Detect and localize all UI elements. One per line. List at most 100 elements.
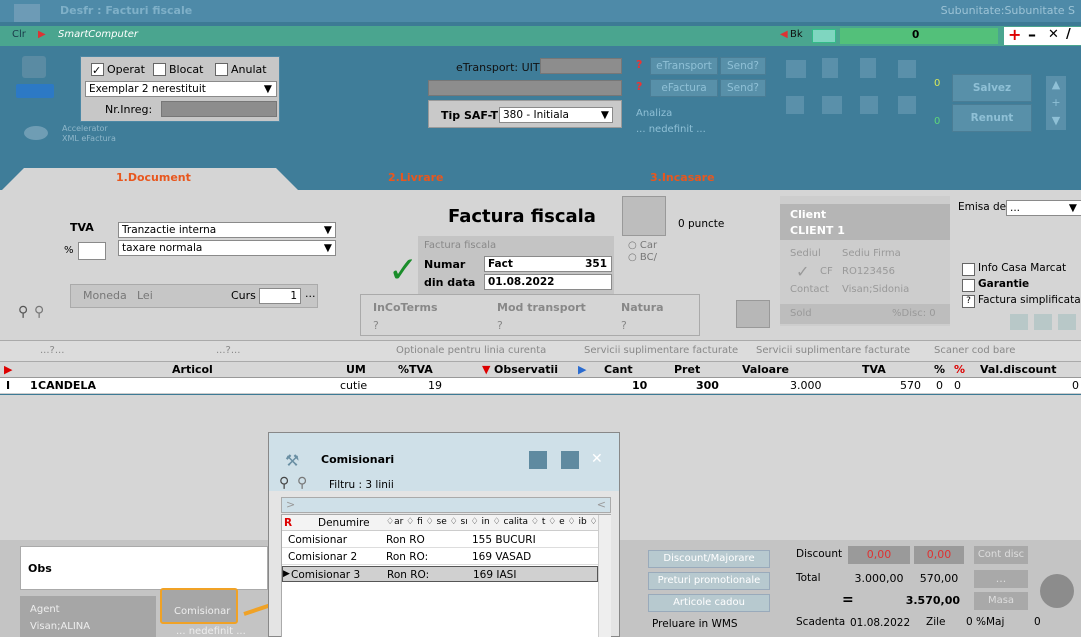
add-copy-icon[interactable] [1034, 314, 1052, 330]
zoom-icon[interactable]: ⚲ [18, 304, 28, 320]
tva-select[interactable]: Tranzactie interna ▼ [118, 222, 336, 238]
tip-saf-select[interactable]: 380 - Initiala ▼ [499, 107, 613, 123]
edit-icon[interactable]: / [1066, 27, 1071, 42]
nr-inreg-field[interactable] [161, 101, 277, 117]
col-pct2[interactable]: % [954, 363, 965, 376]
col-pct[interactable]: % [934, 363, 945, 376]
agent-panel[interactable]: Agent Visan;ALINA [20, 596, 156, 637]
table-row-selected[interactable]: ▶ Comisionar 3 Ron RO: 169 IASI [282, 566, 598, 582]
col-cant[interactable]: Cant [604, 363, 633, 376]
grid-icon[interactable] [786, 60, 806, 78]
filter-row[interactable]: > < [281, 497, 611, 513]
edit-item-icon[interactable] [561, 451, 579, 469]
tab-incasare[interactable]: 3.Incasare [650, 171, 715, 184]
cancel-button[interactable]: Renunt [952, 104, 1032, 132]
servicii-button-1[interactable]: Servicii suplimentare facturate [584, 345, 738, 356]
close-icon[interactable]: ✕ [1048, 27, 1059, 42]
etransport-uit-field[interactable] [540, 58, 622, 74]
folder-icon[interactable] [898, 96, 916, 114]
info-casa-checkbox[interactable] [962, 262, 975, 276]
curs-field[interactable]: 1 [259, 288, 301, 304]
total-dots-button[interactable]: ... [974, 570, 1028, 588]
col-val-discount[interactable]: Val.discount [980, 363, 1056, 376]
table-row[interactable]: Comisionar Ron RO 155 BUCURI [282, 532, 598, 548]
navigate-icon[interactable] [22, 56, 46, 78]
calculator-icon[interactable] [898, 60, 916, 78]
tab-livrare[interactable]: 2.Livrare [388, 171, 444, 184]
preturi-promotionale-button[interactable]: Preturi promotionale [648, 572, 770, 590]
tab-document[interactable]: 1.Document [116, 171, 191, 184]
print-icon[interactable] [822, 96, 842, 114]
col-observatii[interactable]: Observatii [494, 363, 558, 376]
zoom-clear-icon[interactable]: ⚲ [34, 304, 44, 320]
print-doc-icon[interactable] [736, 300, 770, 328]
accelerator-icon[interactable] [24, 126, 48, 140]
table-row[interactable]: Comisionar 2 Ron RO: 169 VASAD [282, 549, 598, 565]
zile-value[interactable]: 0 [966, 616, 973, 628]
copy-icon[interactable] [860, 96, 878, 114]
maj-value[interactable]: 0 [1034, 616, 1041, 628]
info-casa-label: Info Casa Marcat [978, 262, 1067, 274]
comisionar-button[interactable]: Comisionar [160, 588, 238, 624]
search-icon[interactable]: ⚲ [279, 475, 289, 491]
scadenta-value[interactable]: 01.08.2022 [850, 614, 912, 632]
optionale-button[interactable]: Optionale pentru linia curenta [396, 345, 546, 356]
data-field[interactable]: 01.08.2022 [484, 274, 612, 290]
efactura-button[interactable]: eFactura [650, 79, 718, 97]
articole-cadou-button[interactable]: Articole cadou [648, 594, 770, 612]
col-denumire[interactable]: Denumire [318, 517, 370, 529]
remove-icon[interactable]: – [1028, 25, 1036, 44]
masa-button[interactable]: Masa [974, 592, 1028, 610]
expand-icon[interactable]: ▶ [578, 363, 586, 376]
numar-field[interactable]: Fact 351 [484, 256, 612, 272]
export-icon[interactable] [786, 96, 804, 114]
operat-checkbox[interactable]: ✓ [91, 62, 104, 77]
printer-icon[interactable] [16, 84, 54, 98]
discount-majorare-button[interactable]: Discount/Majorare [648, 550, 770, 568]
search-clear-icon[interactable]: ⚲ [297, 475, 307, 491]
clr-button[interactable]: Clr [12, 29, 26, 40]
save-button[interactable]: Salvez [952, 74, 1032, 102]
col-tva[interactable]: %TVA [398, 363, 433, 376]
settings-wheel-icon[interactable] [1040, 574, 1074, 608]
nr-inreg-label: Nr.Inreg: [105, 103, 153, 116]
document-icon[interactable] [822, 58, 838, 78]
bulb-icon[interactable] [860, 58, 876, 78]
etransport-button[interactable]: eTransport [650, 57, 718, 75]
close-icon[interactable]: ✕ [591, 451, 603, 467]
new-item-icon[interactable] [529, 451, 547, 469]
tip-saf-label: Tip SAF-T [441, 109, 499, 122]
col-valoare[interactable]: Valoare [742, 363, 789, 376]
discount-label: Discount [796, 548, 843, 560]
tva-pct-field[interactable] [78, 242, 106, 260]
add-row-icon[interactable] [1010, 314, 1028, 330]
stamp-icon[interactable] [622, 196, 666, 236]
factura-simplificata-checkbox[interactable]: ? [962, 294, 975, 308]
emisa-select[interactable]: ... ▼ [1006, 200, 1081, 216]
table-scrollbar[interactable] [598, 515, 611, 637]
exemplar-select[interactable]: Exemplar 2 nerestituit ▼ [85, 81, 277, 97]
servicii-button-2[interactable]: Servicii suplimentare facturate [756, 345, 910, 356]
col-pret[interactable]: Pret [674, 363, 700, 376]
blocat-checkbox[interactable] [153, 62, 166, 76]
col-articol[interactable]: Articol [172, 363, 213, 376]
col-tva-value[interactable]: TVA [862, 363, 886, 376]
taxare-select[interactable]: taxare normala ▼ [118, 240, 336, 256]
col-um[interactable]: UM [346, 363, 366, 376]
etransport-status-field[interactable] [428, 80, 622, 96]
table-row[interactable]: I 1 CANDELA cutie 19 10 300 3.000 570 0 … [0, 378, 1081, 394]
anulat-checkbox[interactable] [215, 62, 228, 76]
send-efactura-button[interactable]: Send? [720, 79, 766, 97]
scroll-buttons[interactable]: ▲ + ▼ [1046, 76, 1066, 130]
scaner-button[interactable]: Scaner cod bare [934, 345, 1015, 356]
arrow-right-icon: ▶ [38, 29, 46, 40]
remove-row-icon[interactable] [1058, 314, 1076, 330]
add-icon[interactable]: + [1008, 25, 1021, 44]
obs-field[interactable] [20, 546, 268, 590]
equals-icon[interactable] [812, 29, 836, 43]
garantie-checkbox[interactable] [962, 278, 975, 292]
send-etransport-button[interactable]: Send? [720, 57, 766, 75]
cont-disc-button[interactable]: Cont disc [974, 546, 1028, 564]
preluare-wms-label: Preluare in WMS [652, 618, 738, 630]
client-value[interactable]: CLIENT 1 [790, 224, 845, 237]
